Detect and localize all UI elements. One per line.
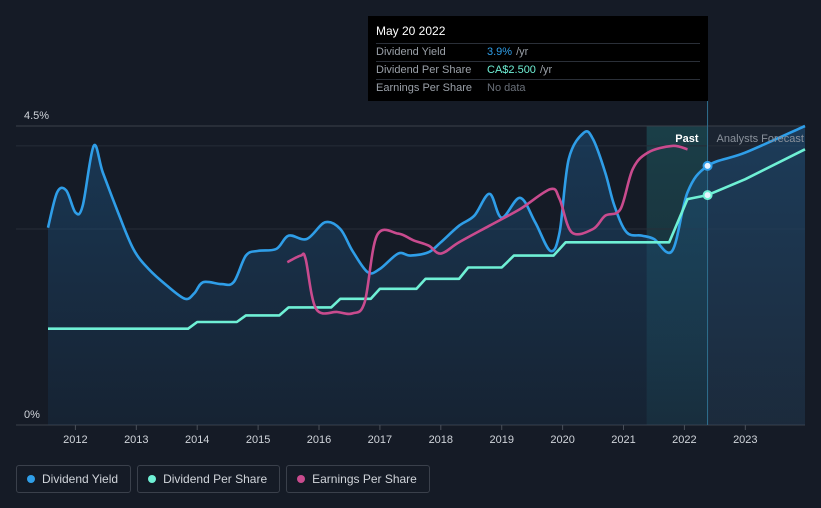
x-tick-label: 2014 [185, 434, 209, 446]
tooltip-label: Dividend Per Share [376, 64, 472, 76]
legend-item-dividend-per-share[interactable]: Dividend Per Share [137, 465, 281, 493]
x-tick-label: 2016 [307, 434, 331, 446]
x-tick-label: 2017 [368, 434, 392, 446]
x-tick-label: 2015 [246, 434, 270, 446]
tooltip-label: Earnings Per Share [376, 82, 472, 94]
x-tick-label: 2018 [429, 434, 453, 446]
legend-label: Earnings Per Share [312, 472, 417, 486]
past-label: Past [675, 133, 699, 145]
tooltip-label: Dividend Yield [376, 46, 446, 58]
tooltip-row-dividend-per-share: Dividend Per Share CA$2.500 /yr [376, 61, 700, 79]
data-point-marker [702, 190, 713, 201]
tooltip-row-dividend-yield: Dividend Yield 3.9% /yr [376, 43, 700, 61]
tooltip-value: CA$2.500 [487, 64, 536, 76]
x-tick-label: 2023 [733, 434, 757, 446]
legend-label: Dividend Per Share [163, 472, 268, 486]
y-tick-label: 0% [24, 409, 40, 421]
tooltip-value: No data [487, 82, 526, 94]
legend-item-earnings-per-share[interactable]: Earnings Per Share [286, 465, 430, 493]
tooltip-row-earnings-per-share: Earnings Per Share No data [376, 79, 700, 97]
chart-legend: Dividend Yield Dividend Per Share Earnin… [16, 465, 430, 493]
x-tick-label: 2021 [611, 434, 635, 446]
x-tick-label: 2019 [489, 434, 513, 446]
chart-tooltip: May 20 2022 Dividend Yield 3.9% /yr Divi… [368, 16, 708, 101]
x-tick-label: 2022 [672, 434, 696, 446]
tooltip-date: May 20 2022 [376, 24, 446, 38]
x-tick-label: 2012 [63, 434, 87, 446]
x-tick-label: 2013 [124, 434, 148, 446]
legend-label: Dividend Yield [42, 472, 119, 486]
data-point-marker [702, 160, 713, 171]
legend-dot-icon [148, 475, 157, 483]
forecast-label: Analysts Forecast [717, 133, 804, 145]
tooltip-value: 3.9% [487, 46, 513, 58]
y-tick-label: 4.5% [24, 110, 49, 122]
tooltip-unit: /yr [539, 64, 553, 76]
tooltip-unit: /yr [516, 46, 529, 58]
legend-dot-icon [297, 475, 306, 483]
legend-dot-icon [27, 475, 35, 483]
legend-item-dividend-yield[interactable]: Dividend Yield [16, 465, 132, 493]
x-tick-label: 2020 [550, 434, 574, 446]
